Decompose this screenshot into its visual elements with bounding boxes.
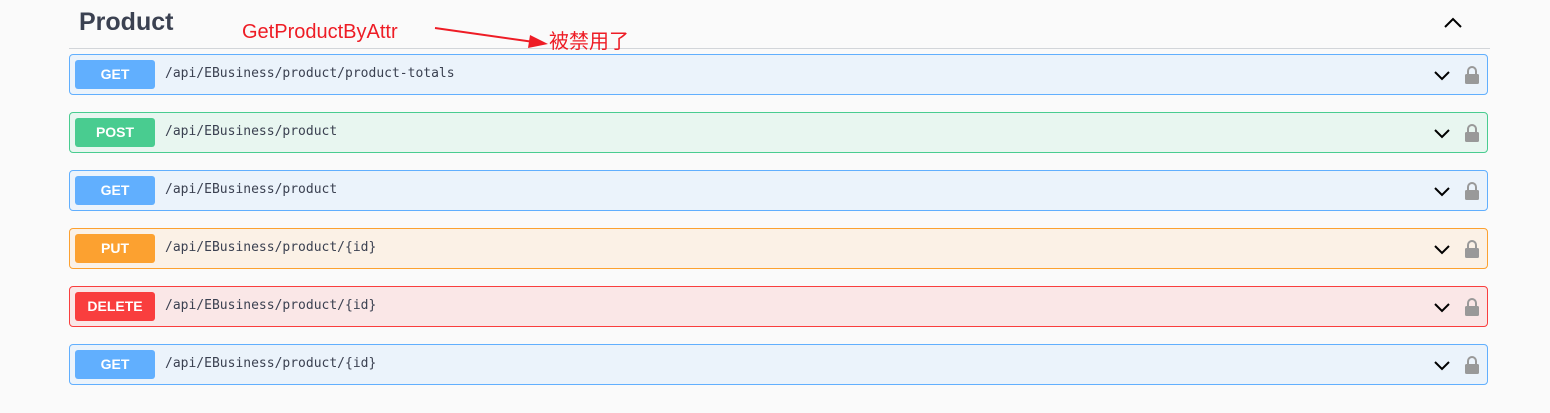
operation-path: /api/EBusiness/product/{id} [165,356,377,371]
section-title[interactable]: Product [79,8,173,37]
lock-icon[interactable] [1464,297,1480,317]
method-badge: GET [75,350,155,379]
chevron-down-icon[interactable] [1432,182,1452,202]
chevron-down-icon[interactable] [1432,298,1452,318]
method-badge: DELETE [75,292,155,321]
operation-put-product-id[interactable]: PUT /api/EBusiness/product/{id} [69,228,1488,269]
annotation-label: GetProductByAttr [242,21,398,43]
operation-get-product-id[interactable]: GET /api/EBusiness/product/{id} [69,344,1488,385]
method-badge: GET [75,60,155,89]
chevron-down-icon[interactable] [1432,66,1452,86]
chevron-down-icon[interactable] [1432,356,1452,376]
operation-delete-product-id[interactable]: DELETE /api/EBusiness/product/{id} [69,286,1488,327]
operation-post-product[interactable]: POST /api/EBusiness/product [69,112,1488,153]
operation-path: /api/EBusiness/product [165,182,338,197]
operation-path: /api/EBusiness/product/{id} [165,240,377,255]
lock-icon[interactable] [1464,181,1480,201]
lock-icon[interactable] [1464,239,1480,259]
method-badge: POST [75,118,155,147]
operation-path: /api/EBusiness/product/{id} [165,298,377,313]
swagger-page: Product GetProductByAttr 被禁用了 GET /api/E… [0,0,1550,413]
lock-icon[interactable] [1464,355,1480,375]
operation-path: /api/EBusiness/product/product-totals [165,66,455,81]
method-badge: GET [75,176,155,205]
chevron-up-icon[interactable] [1440,10,1466,36]
lock-icon[interactable] [1464,65,1480,85]
lock-icon[interactable] [1464,123,1480,143]
chevron-down-icon[interactable] [1432,240,1452,260]
operation-get-product[interactable]: GET /api/EBusiness/product [69,170,1488,211]
annotation-note: 被禁用了 [549,31,629,53]
annotation-arrow-icon [434,27,548,48]
method-badge: PUT [75,234,155,263]
chevron-down-icon[interactable] [1432,124,1452,144]
operation-get-product-totals[interactable]: GET /api/EBusiness/product/product-total… [69,54,1488,95]
operation-path: /api/EBusiness/product [165,124,338,139]
